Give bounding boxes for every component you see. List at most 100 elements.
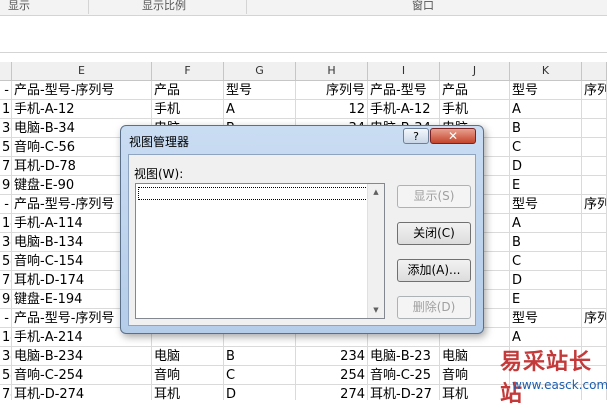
table-cell[interactable]: 耳机-D-274 (12, 385, 152, 400)
table-cell[interactable]: 234 (296, 347, 368, 366)
dialog-body: 视图(W): ▲ ▼ 显示(S) 关闭(C) 添加(A)... 删除(D) (128, 154, 476, 326)
table-cell[interactable]: 产品 (152, 81, 224, 100)
table-cell[interactable]: 74 (0, 385, 12, 400)
table-cell[interactable]: 手机-A-12 (368, 100, 440, 119)
table-cell[interactable]: C (510, 252, 582, 271)
close-icon[interactable]: ✕ (430, 128, 476, 144)
table-cell[interactable] (582, 138, 607, 157)
table-cell[interactable]: 序列 (582, 195, 607, 214)
column-header[interactable] (582, 62, 607, 80)
watermark-logo: 易采站长站 www.easck.com (476, 340, 607, 407)
table-cell[interactable] (582, 233, 607, 252)
table-cell[interactable]: - (0, 309, 12, 328)
table-cell[interactable]: 54 (0, 366, 12, 385)
delete-button[interactable]: 删除(D) (397, 296, 471, 319)
column-header[interactable]: I (368, 62, 440, 80)
table-cell[interactable]: D (224, 385, 296, 400)
table-cell[interactable]: E (510, 176, 582, 195)
table-cell[interactable]: 产品 (440, 81, 510, 100)
table-cell[interactable]: D (510, 157, 582, 176)
ribbon-divider (246, 0, 247, 14)
table-cell[interactable]: 耳机-D-27 (368, 385, 440, 400)
table-cell[interactable]: 产品-型号 (368, 81, 440, 100)
column-header[interactable]: G (224, 62, 296, 80)
scroll-up-icon[interactable]: ▲ (368, 184, 384, 200)
column-header[interactable] (0, 62, 12, 80)
table-cell[interactable]: 序列 (582, 81, 607, 100)
table-cell[interactable] (582, 252, 607, 271)
table-cell[interactable]: - (0, 81, 12, 100)
show-button[interactable]: 显示(S) (397, 185, 471, 208)
column-header[interactable]: J (440, 62, 510, 80)
table-cell[interactable]: - (0, 195, 12, 214)
scroll-down-icon[interactable]: ▼ (368, 302, 384, 318)
table-cell[interactable]: 54 (0, 252, 12, 271)
formula-bar[interactable] (0, 16, 607, 53)
table-cell[interactable]: 音响 (152, 366, 224, 385)
ribbon-divider (88, 0, 89, 14)
table-cell[interactable]: 78 (0, 157, 12, 176)
table-cell[interactable]: 手机-A-12 (12, 100, 152, 119)
column-header[interactable]: H (296, 62, 368, 80)
table-cell[interactable]: 274 (296, 385, 368, 400)
table-cell[interactable]: 74 (0, 271, 12, 290)
list-scrollbar[interactable]: ▲ ▼ (367, 184, 384, 318)
list-focus-item[interactable] (138, 187, 368, 200)
table-cell[interactable]: A (510, 100, 582, 119)
table-cell[interactable]: 产品-型号-序列号 (12, 81, 152, 100)
table-cell[interactable]: 56 (0, 138, 12, 157)
table-cell[interactable]: 254 (296, 366, 368, 385)
table-cell[interactable] (582, 157, 607, 176)
table-cell[interactable]: 手机 (440, 100, 510, 119)
table-cell[interactable]: 14 (0, 214, 12, 233)
table-cell[interactable]: C (224, 366, 296, 385)
table-cell[interactable] (582, 290, 607, 309)
table-cell[interactable]: 电脑 (152, 347, 224, 366)
table-cell[interactable]: 型号 (224, 81, 296, 100)
table-cell[interactable]: 耳机 (152, 385, 224, 400)
table-cell[interactable]: B (224, 347, 296, 366)
table-cell[interactable] (582, 271, 607, 290)
ribbon-group-zoom: 显示比例 (142, 0, 186, 12)
table-cell[interactable]: 12 (0, 100, 12, 119)
table-cell[interactable]: 型号 (510, 195, 582, 214)
table-cell[interactable]: E (510, 290, 582, 309)
view-manager-dialog: 视图管理器 ? ✕ 视图(W): ▲ ▼ 显示(S) 关闭(C) 添加(A)..… (120, 125, 484, 334)
table-cell[interactable] (582, 100, 607, 119)
column-header[interactable]: E (12, 62, 152, 80)
table-cell[interactable]: 34 (0, 347, 12, 366)
table-cell[interactable]: 12 (296, 100, 368, 119)
table-cell[interactable]: 型号 (510, 81, 582, 100)
table-cell[interactable] (582, 214, 607, 233)
table-cell[interactable]: 34 (0, 233, 12, 252)
table-cell[interactable]: 94 (0, 290, 12, 309)
table-cell[interactable]: 型号 (510, 309, 582, 328)
table-cell[interactable]: 手机 (152, 100, 224, 119)
column-header[interactable]: F (152, 62, 224, 80)
table-cell[interactable]: 音响-C-25 (368, 366, 440, 385)
column-header[interactable]: K (510, 62, 582, 80)
ribbon: 显示 显示比例 窗口 (0, 0, 607, 16)
table-cell[interactable]: B (510, 233, 582, 252)
table-cell[interactable]: B (510, 119, 582, 138)
table-cell[interactable]: 14 (0, 328, 12, 347)
table-cell[interactable]: 电脑-B-23 (368, 347, 440, 366)
help-button[interactable]: ? (403, 128, 429, 144)
table-cell[interactable]: 序列 (582, 309, 607, 328)
table-cell[interactable]: 90 (0, 176, 12, 195)
table-cell[interactable]: A (510, 214, 582, 233)
table-cell[interactable]: 34 (0, 119, 12, 138)
table-cell[interactable]: C (510, 138, 582, 157)
table-cell[interactable]: A (224, 100, 296, 119)
views-list[interactable]: ▲ ▼ (135, 183, 385, 319)
table-cell[interactable]: 电脑-B-234 (12, 347, 152, 366)
watermark-url: www.easck.com (512, 378, 607, 392)
watermark-text: 易采站长站 (500, 350, 593, 407)
table-cell[interactable]: 序列号 (296, 81, 368, 100)
table-cell[interactable]: 音响-C-254 (12, 366, 152, 385)
table-cell[interactable] (582, 119, 607, 138)
add-button[interactable]: 添加(A)... (397, 259, 471, 282)
table-cell[interactable]: D (510, 271, 582, 290)
table-cell[interactable] (582, 176, 607, 195)
close-button[interactable]: 关闭(C) (397, 222, 471, 245)
